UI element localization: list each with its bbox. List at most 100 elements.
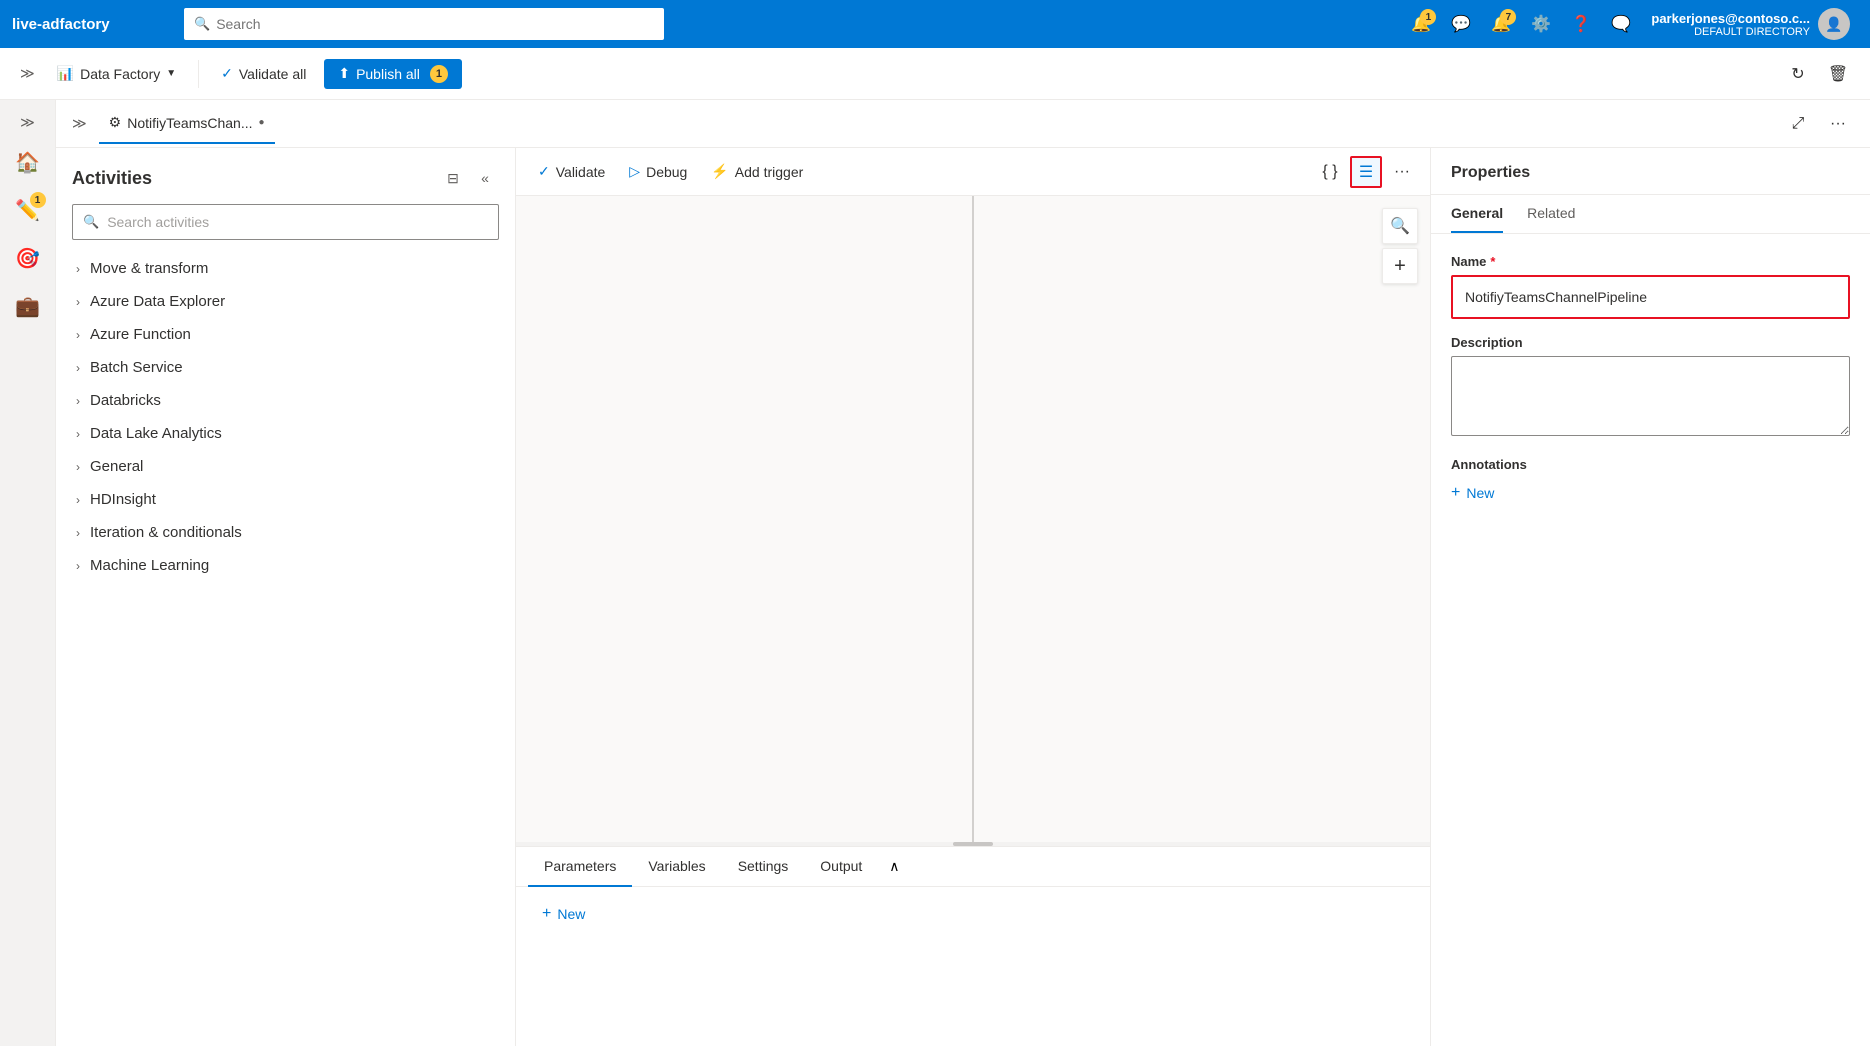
- search-activities-input[interactable]: [107, 214, 488, 230]
- settings-btn[interactable]: ⚙️: [1523, 6, 1559, 42]
- toolbar-right: ↻ 🗑: [1782, 58, 1854, 90]
- activity-item-label: Machine Learning: [90, 557, 209, 574]
- validate-btn[interactable]: ✓ Validate: [528, 157, 615, 186]
- canvas-search-btn[interactable]: 🔍: [1382, 208, 1418, 244]
- activity-item-label: Azure Function: [90, 326, 191, 343]
- search-activities-box[interactable]: 🔍: [72, 204, 499, 240]
- new-annotation-btn[interactable]: + New: [1451, 480, 1850, 506]
- properties-panel-btn[interactable]: ☰: [1350, 156, 1382, 188]
- debug-icon: ▷: [629, 163, 640, 180]
- name-field-wrapper: [1451, 275, 1850, 319]
- bottom-tabs: ParametersVariablesSettingsOutput∧: [516, 847, 1430, 887]
- validate-all-label: Validate all: [239, 66, 306, 82]
- notifications-badge: 1: [1420, 9, 1436, 25]
- sidebar-item-edit[interactable]: ✏️ 1: [6, 188, 50, 232]
- chevron-icon: ›: [76, 526, 80, 540]
- sidebar-item-home[interactable]: 🏠: [6, 140, 50, 184]
- required-star: *: [1490, 254, 1495, 269]
- name-input[interactable]: [1455, 279, 1846, 315]
- new-parameter-btn[interactable]: + New: [532, 899, 595, 929]
- code-view-btn[interactable]: { }: [1314, 156, 1346, 188]
- chevron-icon: ›: [76, 295, 80, 309]
- chat-btn[interactable]: 💬: [1443, 6, 1479, 42]
- main-layout: ≫ 🏠 ✏️ 1 🎯 💼 ≫ ⚙ NotifiyTeamsChan... ● ⤢…: [0, 100, 1870, 1046]
- canvas-bg[interactable]: 🔍 +: [516, 196, 1430, 842]
- pipeline-tab-label: NotifiyTeamsChan...: [127, 115, 252, 131]
- activity-item-label: Batch Service: [90, 359, 183, 376]
- collapse-bottom-panel-btn[interactable]: ∧: [878, 851, 910, 883]
- activity-list-item[interactable]: ›Batch Service: [72, 351, 499, 384]
- sidebar-edit-badge: 1: [30, 192, 46, 208]
- activity-item-label: Azure Data Explorer: [90, 293, 225, 310]
- plus-icon: +: [542, 905, 551, 923]
- annotations-label: Annotations: [1451, 457, 1850, 472]
- sidebar-expand-btn[interactable]: ≫: [6, 108, 50, 136]
- bottom-tab-parameters[interactable]: Parameters: [528, 847, 632, 887]
- data-factory-btn[interactable]: 📊 Data Factory ▼: [47, 59, 186, 88]
- discard-btn[interactable]: 🗑: [1822, 58, 1854, 90]
- pipeline-tab[interactable]: ⚙ NotifiyTeamsChan... ●: [99, 104, 275, 144]
- canvas-add-btn[interactable]: +: [1382, 248, 1418, 284]
- trigger-icon: ⚡: [711, 163, 728, 180]
- chevron-icon: ›: [76, 460, 80, 474]
- refresh-btn[interactable]: ↻: [1782, 58, 1814, 90]
- properties-panel: Properties GeneralRelated Name *: [1430, 148, 1870, 1046]
- unsaved-indicator: ●: [259, 117, 265, 128]
- activity-list-item[interactable]: › Azure Data Explorer: [72, 285, 499, 318]
- dropdown-icon: ▼: [166, 68, 176, 79]
- feedback-btn[interactable]: 🗨️: [1603, 6, 1639, 42]
- activity-list-item[interactable]: › Iteration & conditionals: [72, 516, 499, 549]
- activity-list-item[interactable]: ›Data Lake Analytics: [72, 417, 499, 450]
- prop-tab-general[interactable]: General: [1451, 195, 1503, 233]
- validate-all-btn[interactable]: ✓ Validate all: [211, 59, 316, 88]
- data-factory-icon: 📊: [57, 65, 74, 82]
- add-trigger-btn[interactable]: ⚡ Add trigger: [701, 157, 813, 186]
- avatar[interactable]: 👤: [1818, 8, 1850, 40]
- more-pipeline-options-btn[interactable]: ···: [1386, 156, 1418, 188]
- bottom-tab-output[interactable]: Output: [804, 847, 878, 887]
- search-box[interactable]: 🔍: [184, 8, 664, 40]
- content-wrapper: ≫ ⚙ NotifiyTeamsChan... ● ⤢ ··· Activiti…: [56, 100, 1870, 1046]
- notifications-btn[interactable]: 🔔 1: [1403, 6, 1439, 42]
- collapse-panel-btn[interactable]: «: [471, 164, 499, 192]
- more-options-btn[interactable]: ···: [1822, 108, 1854, 140]
- chevron-icon: ›: [76, 262, 80, 276]
- pipeline-nav-expand[interactable]: ≫: [72, 115, 87, 132]
- bottom-tab-variables[interactable]: Variables: [632, 847, 721, 887]
- help-btn[interactable]: ❓: [1563, 6, 1599, 42]
- three-panel: Activities ⊟ « 🔍 ›Move & transform›Azure…: [56, 148, 1870, 1046]
- activities-panel: Activities ⊟ « 🔍 ›Move & transform›Azure…: [56, 148, 516, 1046]
- activity-list-item[interactable]: ›HDInsight: [72, 483, 499, 516]
- search-input[interactable]: [216, 16, 654, 32]
- canvas-section: ✓ Validate ▷ Debug ⚡ Add trigger { } ☰: [516, 148, 1430, 1046]
- prop-tab-related[interactable]: Related: [1527, 195, 1575, 233]
- description-input[interactable]: [1451, 356, 1850, 436]
- activity-list-item[interactable]: ›Databricks: [72, 384, 499, 417]
- publish-badge: 1: [430, 65, 448, 83]
- expand-window-btn[interactable]: ⤢: [1782, 108, 1814, 140]
- activity-list-item[interactable]: ›Machine Learning: [72, 549, 499, 582]
- activity-item-label: Iteration & conditionals: [90, 524, 242, 541]
- activity-list-item[interactable]: ›General: [72, 450, 499, 483]
- add-trigger-label: Add trigger: [735, 164, 803, 180]
- sidebar-item-monitor[interactable]: 🎯: [6, 236, 50, 280]
- activity-list-item[interactable]: ›Move & transform: [72, 252, 499, 285]
- debug-btn[interactable]: ▷ Debug: [619, 157, 697, 186]
- publish-all-btn[interactable]: ⬆ Publish all 1: [324, 59, 462, 89]
- user-info[interactable]: parkerjones@contoso.c... DEFAULT DIRECTO…: [1643, 8, 1858, 40]
- bottom-tab-settings[interactable]: Settings: [722, 847, 805, 887]
- publish-all-label: Publish all: [356, 66, 420, 82]
- collapse-all-btn[interactable]: ⊟: [439, 164, 467, 192]
- data-factory-label: Data Factory: [80, 66, 160, 82]
- sidebar-item-manage[interactable]: 💼: [6, 284, 50, 328]
- search-activities-icon: 🔍: [83, 214, 99, 230]
- expand-icon[interactable]: ≫: [16, 61, 39, 86]
- canvas-pipeline-line: [972, 196, 974, 842]
- alerts-btn[interactable]: 🔔 7: [1483, 6, 1519, 42]
- properties-header: Properties: [1431, 148, 1870, 195]
- activity-list-item[interactable]: ›Azure Function: [72, 318, 499, 351]
- chevron-icon: ›: [76, 493, 80, 507]
- description-field-label: Description: [1451, 335, 1850, 350]
- user-dir: DEFAULT DIRECTORY: [1651, 26, 1810, 38]
- annotations-section: Annotations + New: [1451, 457, 1850, 506]
